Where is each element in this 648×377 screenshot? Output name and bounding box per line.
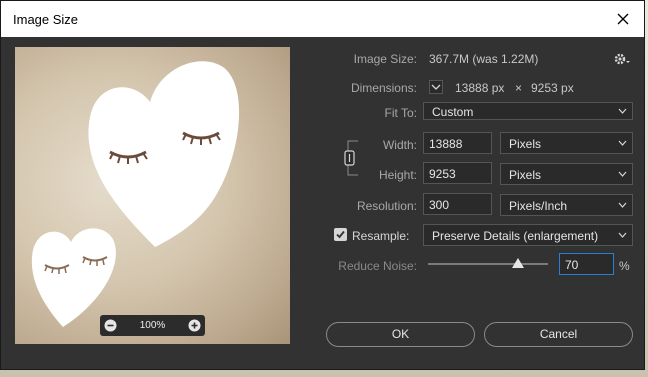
width-input[interactable]: 13888 <box>423 132 492 154</box>
width-label: Width: <box>382 138 417 152</box>
resample-value: Preserve Details (enlargement) <box>432 229 599 243</box>
zoom-in-icon[interactable] <box>188 319 201 332</box>
image-preview[interactable]: 100% <box>15 47 290 344</box>
reduce-noise-unit: % <box>619 259 630 273</box>
image-size-label: Image Size: <box>353 52 417 66</box>
dimensions-label: Dimensions: <box>350 81 417 95</box>
image-size-dialog: Image Size 100% Image Size: 367.7M (was … <box>0 0 645 370</box>
fit-to-dropdown[interactable]: Custom <box>423 102 633 120</box>
fit-to-value: Custom <box>432 105 474 119</box>
image-size-value: 367.7M (was 1.22M) <box>429 52 539 66</box>
reduce-noise-slider-track[interactable] <box>428 263 548 265</box>
checkmark-icon <box>336 230 345 239</box>
width-unit-value: Pixels <box>509 137 542 151</box>
link-constrain-icon[interactable] <box>344 139 360 177</box>
chevron-down-icon <box>618 232 627 238</box>
chevron-down-icon <box>431 84 441 90</box>
chevron-down-icon <box>618 108 627 114</box>
dimensions-height: 9253 px <box>531 81 574 95</box>
width-unit-dropdown[interactable]: Pixels <box>500 132 633 154</box>
height-unit-value: Pixels <box>509 168 542 182</box>
reduce-noise-label: Reduce Noise: <box>338 259 417 273</box>
gear-icon[interactable] <box>614 52 630 66</box>
resample-checkbox[interactable] <box>334 228 347 241</box>
title-bar: Image Size <box>1 1 644 37</box>
reduce-noise-value: 70 <box>565 258 579 272</box>
height-value: 9253 <box>429 167 456 181</box>
width-value: 13888 <box>429 137 463 151</box>
resolution-input[interactable]: 300 <box>423 193 492 215</box>
dimensions-times: × <box>515 81 523 95</box>
resolution-unit-dropdown[interactable]: Pixels/Inch <box>500 194 633 216</box>
resolution-unit-value: Pixels/Inch <box>509 199 568 213</box>
resample-label: Resample: <box>352 229 410 243</box>
reduce-noise-input[interactable]: 70 <box>559 253 614 275</box>
height-unit-dropdown[interactable]: Pixels <box>500 163 633 185</box>
reduce-noise-slider-thumb[interactable] <box>512 258 524 268</box>
chevron-down-icon <box>618 171 627 177</box>
resample-dropdown[interactable]: Preserve Details (enlargement) <box>423 224 633 246</box>
height-label: Height: <box>378 168 417 182</box>
dimensions-width: 13888 px <box>455 81 505 95</box>
close-icon[interactable] <box>612 8 634 30</box>
dimensions-unit-toggle[interactable] <box>429 80 443 94</box>
dialog-title: Image Size <box>13 12 79 27</box>
resolution-label: Resolution: <box>356 199 417 213</box>
height-input[interactable]: 9253 <box>423 162 492 184</box>
heart-illustration <box>31 61 240 327</box>
resolution-value: 300 <box>429 198 450 212</box>
ok-button[interactable]: OK <box>326 322 475 347</box>
chevron-down-icon <box>618 202 627 208</box>
chevron-down-icon <box>618 140 627 146</box>
fit-to-label: Fit To: <box>384 106 417 120</box>
zoom-bar: 100% <box>100 315 205 336</box>
cancel-button[interactable]: Cancel <box>484 322 633 347</box>
